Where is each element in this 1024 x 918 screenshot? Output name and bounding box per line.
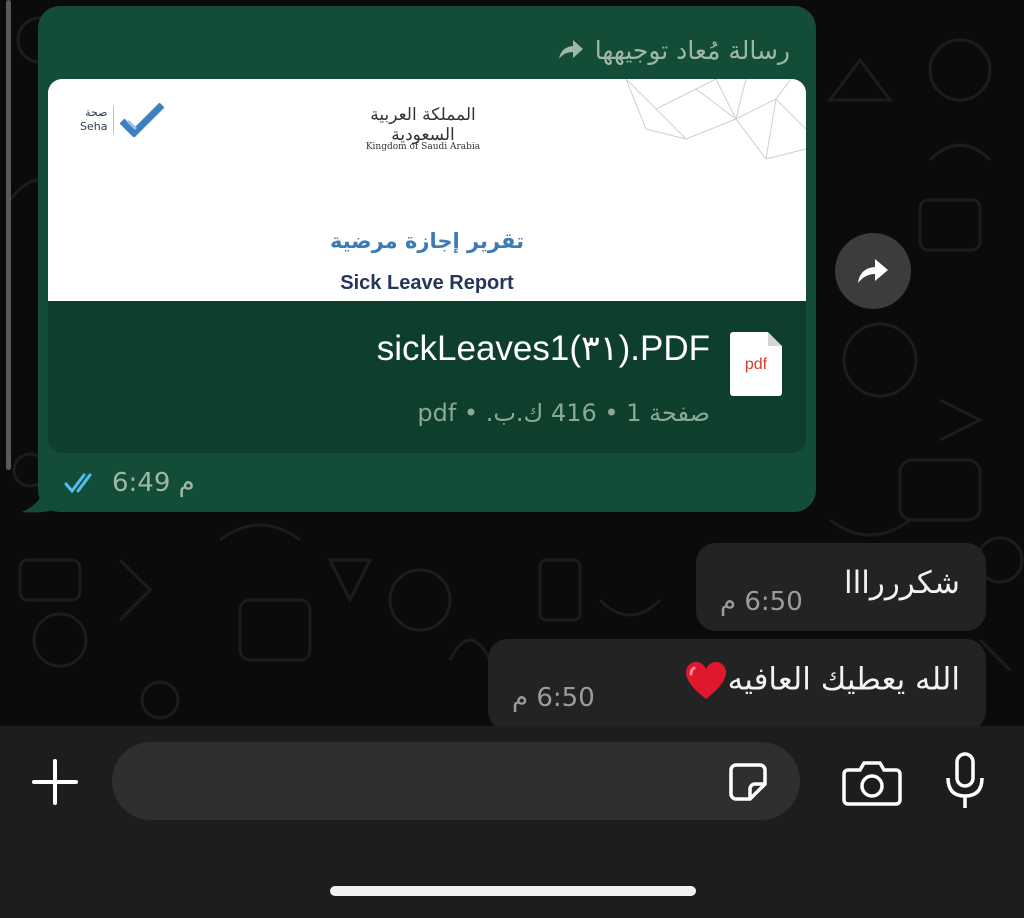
scroll-indicator[interactable] bbox=[6, 0, 11, 470]
message-time: 6:50 م bbox=[720, 587, 803, 617]
message-text: شكرررااا bbox=[844, 565, 960, 601]
message-time: 6:50 م bbox=[512, 683, 595, 713]
document-card[interactable]: صحة Seha المملكة العربية السعودية Kingdo… bbox=[48, 79, 806, 453]
preview-title-ar: تقرير إجازة مرضية bbox=[329, 229, 524, 253]
ksa-emblem-en: Kingdom of Saudi Arabia bbox=[365, 142, 481, 152]
file-meta: صفحة 1 • 416 ك.ب. • pdf bbox=[417, 399, 710, 427]
message-text: الله يعطيك العافيه bbox=[727, 661, 960, 698]
seha-brand-ar: صحة bbox=[85, 106, 108, 119]
pdf-badge-label: pdf bbox=[744, 356, 768, 373]
forwarded-indicator: رسالة مُعاد توجيهها bbox=[555, 30, 790, 70]
ksa-emblem: المملكة العربية السعودية Kingdom of Saud… bbox=[348, 105, 498, 152]
message-status-row: 6:49 م bbox=[64, 468, 195, 498]
camera-icon[interactable] bbox=[842, 758, 902, 806]
message-time: 6:49 م bbox=[112, 468, 195, 498]
ksa-emblem-ar: المملكة العربية السعودية bbox=[370, 105, 477, 145]
document-preview[interactable]: صحة Seha المملكة العربية السعودية Kingdo… bbox=[48, 79, 806, 301]
preview-title-en: Sick Leave Report bbox=[340, 272, 514, 294]
microphone-icon[interactable] bbox=[944, 752, 986, 810]
message-text-field[interactable] bbox=[112, 742, 800, 820]
sticker-icon[interactable] bbox=[728, 762, 768, 802]
home-indicator[interactable] bbox=[330, 886, 696, 896]
forward-arrow-icon bbox=[858, 259, 888, 283]
file-name: sickLeaves1(٣١).PDF bbox=[376, 329, 710, 368]
forwarded-label: رسالة مُعاد توجيهها bbox=[594, 35, 790, 65]
seha-logo: صحة Seha bbox=[80, 103, 165, 137]
seha-text: صحة Seha bbox=[80, 106, 107, 134]
pdf-file-icon: pdf bbox=[730, 332, 782, 396]
incoming-message[interactable]: الله يعطيك العافيه 6:50 م bbox=[488, 639, 986, 731]
seha-check-icon bbox=[120, 103, 165, 137]
incoming-message[interactable]: شكرررااا 6:50 م bbox=[696, 543, 986, 631]
outgoing-document-message[interactable]: رسالة مُعاد توجيهها صحة Seha المملكة الع… bbox=[38, 6, 816, 512]
document-info[interactable]: pdf sickLeaves1(٣١).PDF صفحة 1 • 416 ك.ب… bbox=[48, 301, 806, 453]
plus-icon[interactable] bbox=[30, 757, 80, 807]
forwarded-arrow-icon bbox=[558, 40, 583, 59]
decorative-network-graphic bbox=[625, 79, 806, 160]
red-heart-emoji-icon bbox=[685, 662, 726, 699]
read-ticks-icon bbox=[64, 473, 92, 494]
forward-button[interactable] bbox=[835, 233, 911, 309]
seha-brand-en: Seha bbox=[80, 120, 108, 133]
message-text-row: الله يعطيك العافيه bbox=[680, 661, 960, 701]
seha-separator bbox=[113, 106, 115, 134]
pdf-page-fold bbox=[768, 332, 782, 346]
